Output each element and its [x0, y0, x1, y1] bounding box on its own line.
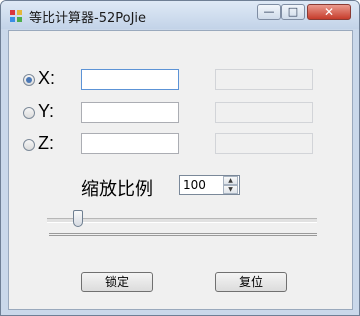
radio-x[interactable]: [23, 74, 35, 86]
slider-tick-bar: [49, 233, 317, 236]
scale-slider-track[interactable]: [47, 218, 317, 223]
maximize-button[interactable]: □: [281, 4, 305, 20]
z-result-field: [215, 133, 313, 154]
spin-up-button[interactable]: ▲: [223, 176, 238, 185]
scale-value[interactable]: 100: [183, 178, 206, 192]
app-window: 等比计算器-52PoJie — □ ✕ X: Y: Z: 缩放比例 100 ▲: [0, 0, 360, 316]
axis-label-x: X:: [38, 68, 56, 88]
scale-label: 缩放比例: [81, 179, 153, 200]
close-button[interactable]: ✕: [307, 4, 351, 20]
y-input[interactable]: [81, 102, 179, 123]
maximize-icon: □: [287, 5, 299, 18]
spin-down-button[interactable]: ▼: [223, 185, 238, 194]
scale-stepper[interactable]: 100 ▲ ▼: [179, 175, 240, 195]
minimize-icon: —: [263, 5, 275, 18]
scale-slider-thumb[interactable]: [73, 210, 83, 227]
axis-label-y: Y:: [38, 101, 55, 121]
lock-button[interactable]: 锁定: [81, 272, 153, 292]
x-result-field: [215, 69, 313, 90]
window-title: 等比计算器-52PoJie: [29, 11, 147, 26]
z-input[interactable]: [81, 133, 179, 154]
radio-y[interactable]: [23, 107, 35, 119]
reset-button[interactable]: 复位: [215, 272, 287, 292]
radio-z[interactable]: [23, 139, 35, 151]
close-icon: ✕: [323, 5, 335, 19]
calculator-app-icon: [10, 10, 22, 22]
title-bar[interactable]: 等比计算器-52PoJie — □ ✕: [1, 1, 359, 29]
x-input[interactable]: [81, 69, 179, 90]
y-result-field: [215, 102, 313, 123]
minimize-button[interactable]: —: [257, 4, 281, 20]
axis-label-z: Z:: [38, 133, 54, 153]
client-area: X: Y: Z: 缩放比例 100 ▲ ▼ 锁定 复位: [8, 30, 353, 310]
